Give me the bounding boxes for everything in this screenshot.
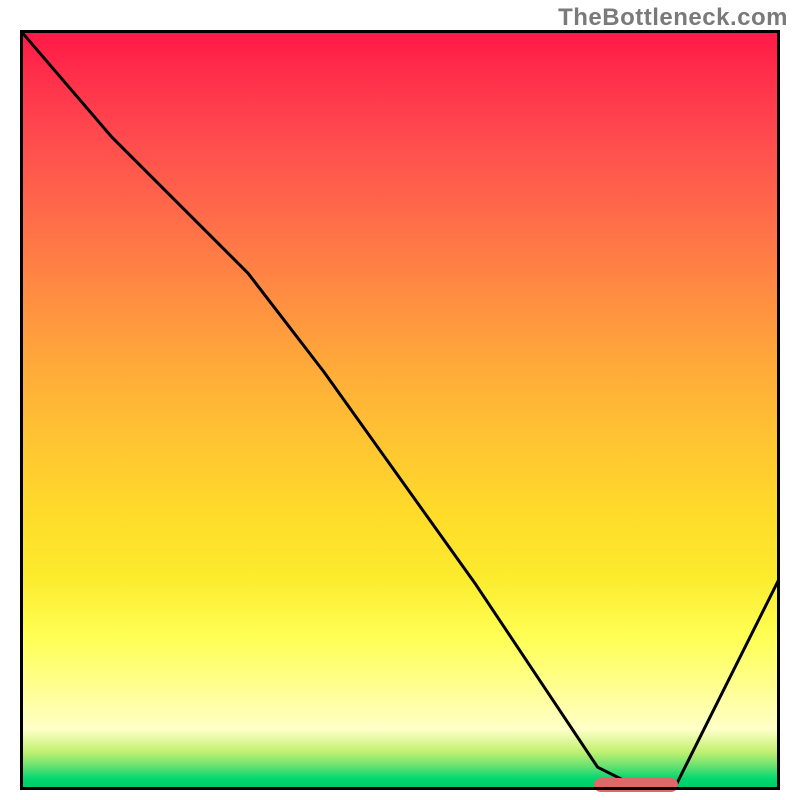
bottleneck-curve-path	[20, 30, 780, 790]
chart-frame	[20, 30, 780, 790]
bottleneck-curve	[20, 30, 780, 790]
watermark-text: TheBottleneck.com	[558, 4, 788, 32]
optimal-range-marker	[594, 778, 678, 792]
